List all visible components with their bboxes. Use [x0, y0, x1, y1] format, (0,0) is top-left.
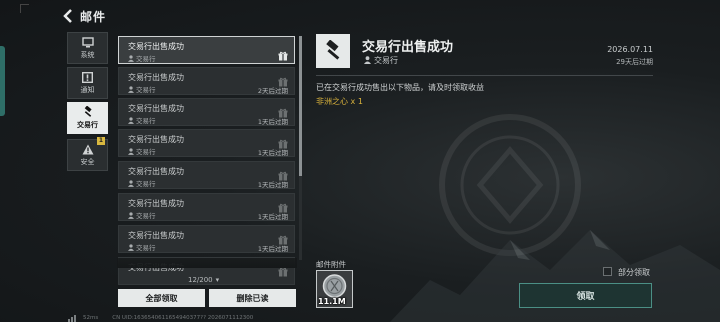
- sender-name: 交易行: [136, 55, 156, 63]
- user-icon: [128, 243, 134, 251]
- warning-icon: [82, 143, 94, 155]
- partial-claim-checkbox[interactable]: [603, 267, 612, 276]
- mail-list-item[interactable]: 交易行出售成功交易行: [118, 36, 295, 64]
- gift-icon: [278, 103, 288, 122]
- attachment-quantity: 11.1M: [318, 297, 346, 306]
- mail-detail-title: 交易行出售成功: [362, 40, 454, 55]
- alert-icon: [82, 71, 93, 83]
- category-label: 安全: [80, 158, 95, 166]
- gavel-icon: [82, 106, 94, 118]
- category-label: 交易行: [77, 121, 98, 129]
- category-label: 系统: [80, 51, 95, 59]
- uid-text: CN UID:1636540611654940377?? 20260711123…: [112, 315, 254, 321]
- category-tab-security[interactable]: 1 安全: [67, 137, 108, 171]
- list-scrollbar-thumb[interactable]: [299, 36, 302, 176]
- user-icon: [364, 55, 371, 66]
- page-title: 邮件: [80, 9, 107, 24]
- mail-item-sender: 交易行: [128, 178, 156, 188]
- mail-item-title: 交易行出售成功: [128, 104, 184, 113]
- category-tab-trading[interactable]: 交易行: [67, 102, 108, 134]
- sender-name: 交易行: [136, 180, 156, 188]
- mail-list-item[interactable]: 交易行出售成功 交易行 1天后过期: [118, 98, 295, 126]
- partial-claim-label: 部分领取: [618, 268, 650, 277]
- mail-expiry: 29天后过期: [616, 58, 653, 66]
- mail-list-item[interactable]: 交易行出售成功 交易行 1天后过期: [118, 161, 295, 189]
- status-bar: 52ms CN UID:1636540611654940377?? 202607…: [68, 314, 253, 322]
- back-chevron-icon[interactable]: [62, 9, 74, 23]
- gift-icon: [278, 198, 288, 217]
- user-icon: [128, 211, 134, 219]
- mail-count-text: 12/200: [188, 276, 213, 284]
- left-edge-rail: [0, 46, 5, 116]
- mail-item-sender: 交易行: [128, 84, 156, 94]
- corner-mark: [20, 4, 29, 13]
- user-icon: [128, 147, 134, 155]
- attachment-label: 邮件附件: [316, 260, 346, 269]
- mail-item-title: 交易行出售成功: [128, 231, 184, 240]
- mail-item-sender: 交易行: [128, 115, 156, 125]
- mail-item-title: 交易行出售成功: [128, 42, 184, 51]
- mail-item-sender: 交易行: [128, 210, 156, 220]
- mail-detail-sender: 交易行: [364, 55, 398, 66]
- gift-icon: [278, 230, 288, 249]
- notification-badge: 1: [97, 137, 105, 145]
- mail-list-item[interactable]: 交易行出售成功 交易行 1天后过期: [118, 129, 295, 157]
- category-tab-system[interactable]: 系统: [67, 32, 108, 64]
- mail-list-item[interactable]: 交易行出售成功 交易行 1天后过期: [118, 193, 295, 221]
- user-icon: [128, 116, 134, 124]
- mail-item-title: 交易行出售成功: [128, 167, 184, 176]
- sender-name: 交易行: [136, 212, 156, 220]
- mail-list-item[interactable]: 交易行出售成功 交易行 1天后过期: [118, 225, 295, 253]
- claim-button[interactable]: 领取: [519, 283, 652, 308]
- gift-icon: [278, 134, 288, 153]
- gift-icon: [278, 46, 288, 65]
- mail-item-title: 交易行出售成功: [128, 199, 184, 208]
- ping-text: 52ms: [83, 315, 99, 321]
- mail-date: 2026.07.11: [607, 45, 653, 54]
- category-tab-notice[interactable]: 通知: [67, 67, 108, 99]
- user-icon: [128, 85, 134, 93]
- caret-down-icon: ▾: [215, 276, 220, 284]
- monitor-icon: [81, 36, 94, 48]
- mail-item-sender: 交易行: [128, 146, 156, 156]
- delete-read-button[interactable]: 删除已读: [209, 289, 296, 307]
- mail-item-title: 交易行出售成功: [128, 73, 184, 82]
- sender-name: 交易行: [136, 148, 156, 156]
- mail-item-sender: 交易行: [128, 242, 156, 252]
- gift-icon: [278, 72, 288, 91]
- mail-count[interactable]: 12/200 ▾: [188, 276, 219, 284]
- signal-icon: [68, 314, 77, 322]
- user-icon: [128, 179, 134, 187]
- list-fade-overlay: [117, 258, 297, 268]
- mail-item-sender: 交易行: [128, 53, 156, 63]
- user-icon: [128, 54, 134, 62]
- trading-mail-icon: [316, 34, 350, 68]
- sender-name: 交易行: [136, 117, 156, 125]
- sold-item-line: 非洲之心 x 1: [316, 97, 363, 106]
- sender-name: 交易行: [136, 244, 156, 252]
- mail-list-item[interactable]: 交易行出售成功 交易行 2天后过期: [118, 67, 295, 95]
- detail-divider: [316, 75, 653, 76]
- gift-icon: [278, 166, 288, 185]
- mail-item-title: 交易行出售成功: [128, 135, 184, 144]
- mail-body-text: 已在交易行成功售出以下物品，请及时领取收益: [316, 83, 484, 92]
- header: 邮件: [62, 6, 106, 26]
- sender-name: 交易行: [136, 86, 156, 94]
- sender-name: 交易行: [374, 56, 398, 65]
- category-label: 通知: [80, 86, 95, 94]
- claim-all-button[interactable]: 全部领取: [118, 289, 205, 307]
